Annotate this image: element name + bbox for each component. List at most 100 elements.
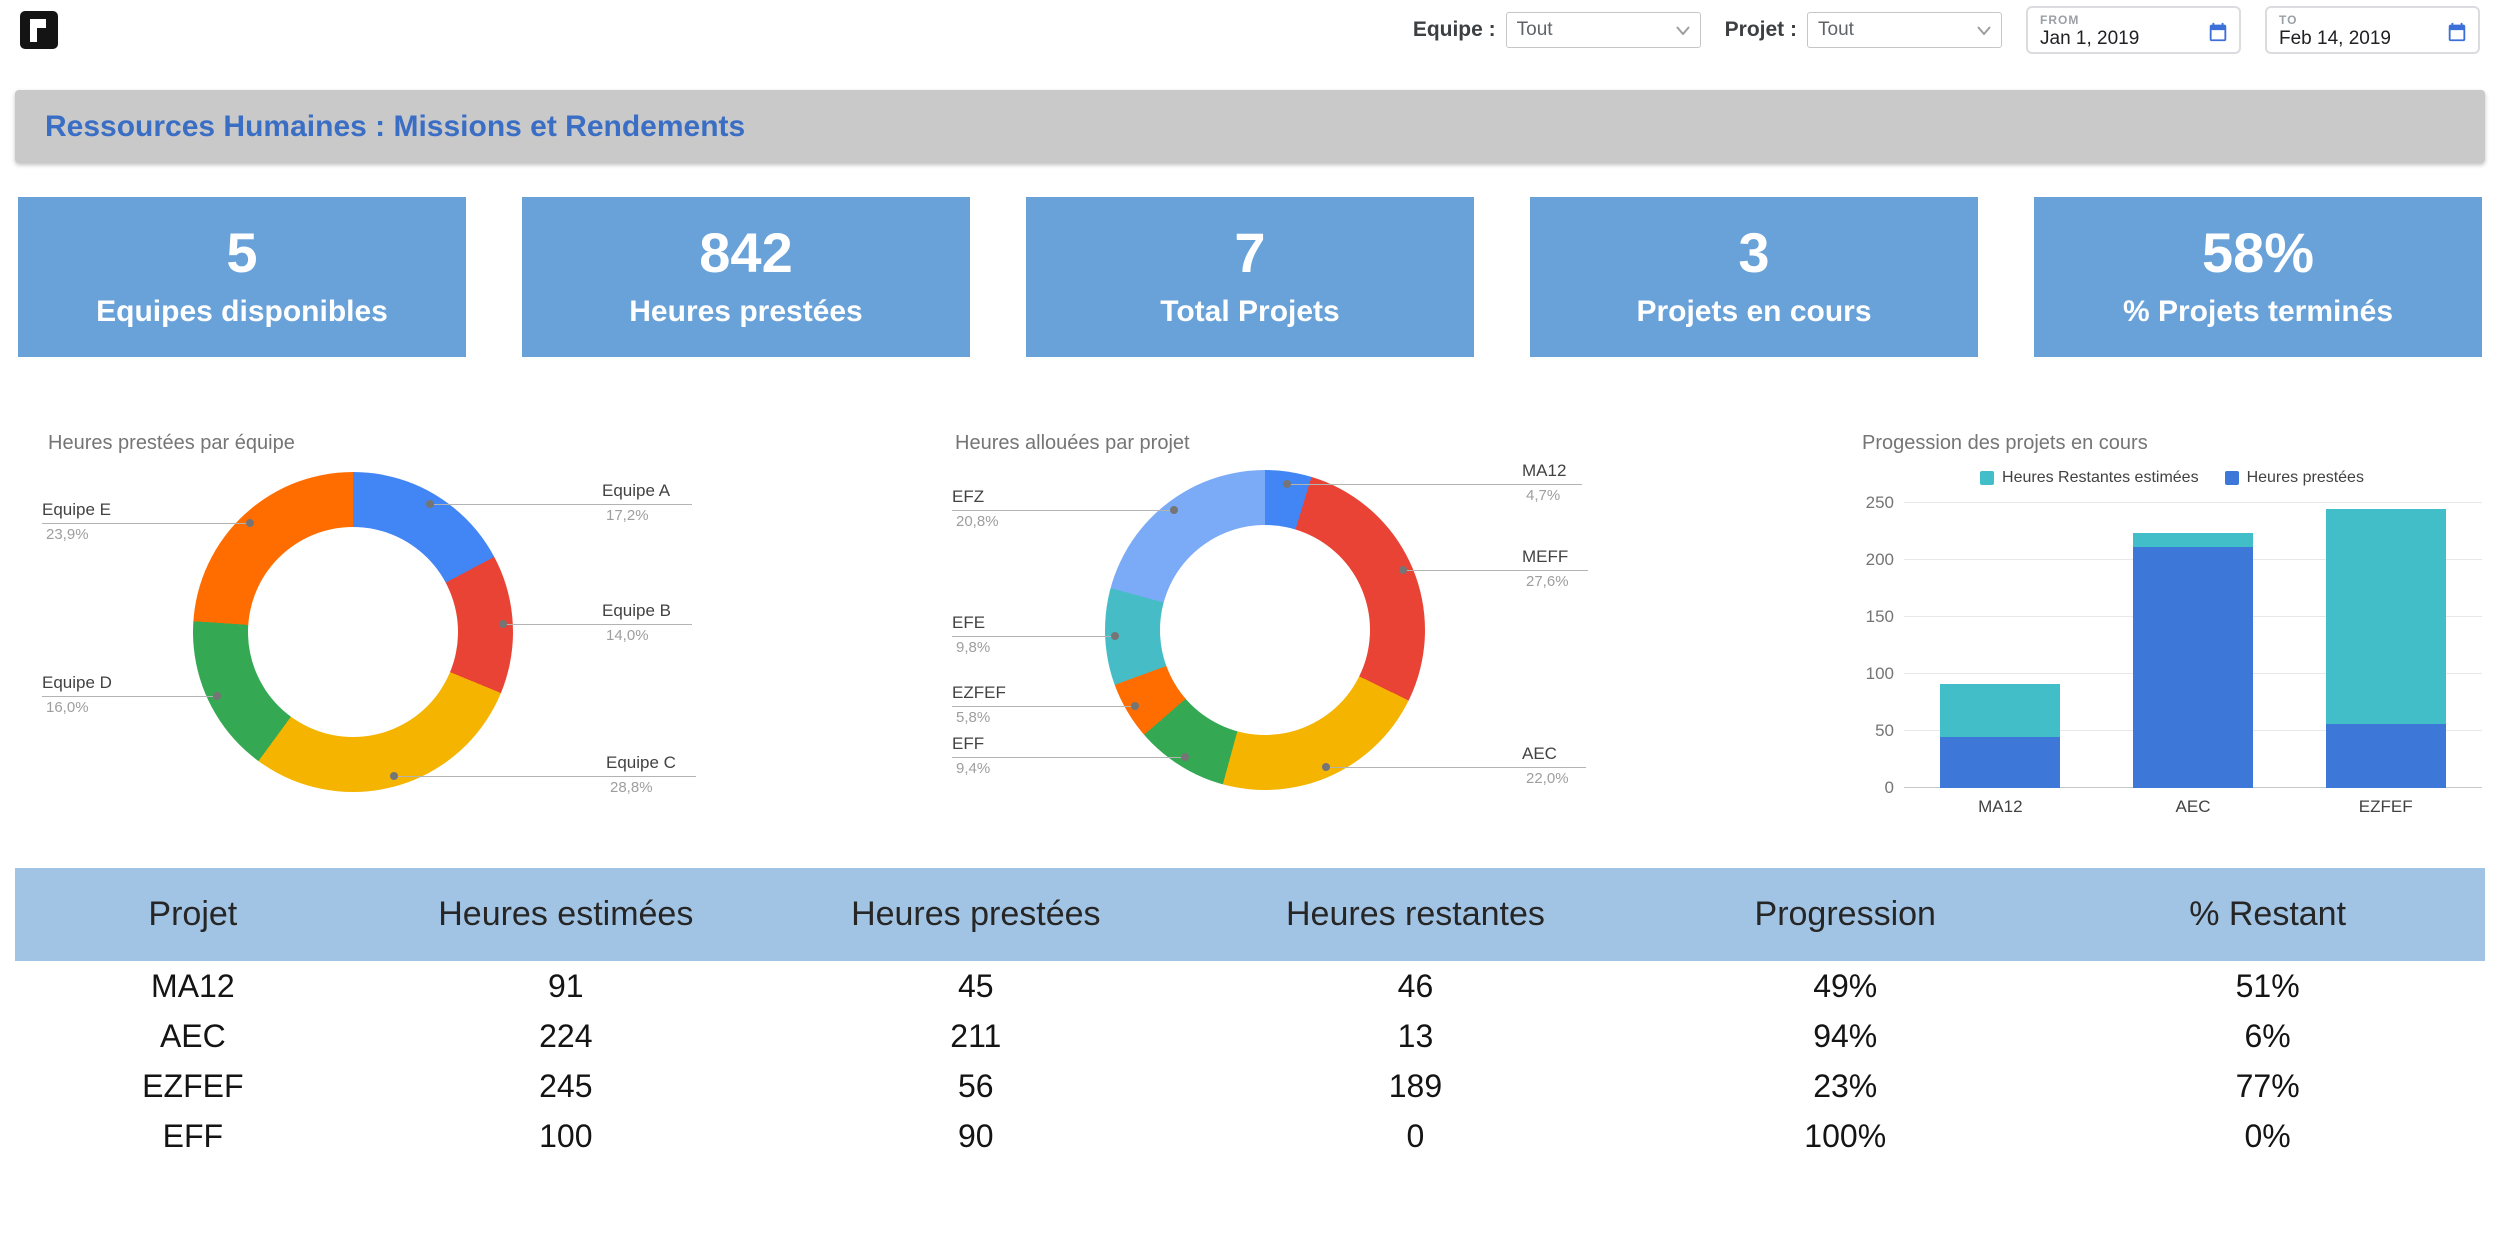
pie-label-eff: EFF 9,4%	[952, 734, 990, 777]
x-tick-label: MA12	[1904, 797, 2097, 817]
kpi-value: 5	[226, 225, 257, 281]
pie-label-percent: 4,7%	[1522, 487, 1566, 504]
projet-filter-select[interactable]: Tout	[1807, 12, 2002, 48]
legend-item-prestees: Heures prestées	[2225, 469, 2364, 487]
pie-label-efz: EFZ 20,8%	[952, 487, 999, 530]
table-cell: EFF	[15, 1111, 371, 1161]
table-cell: 94%	[1640, 1011, 2050, 1061]
table-header-row: Projet Heures estimées Heures prestées H…	[15, 868, 2485, 961]
pie-label-name: Equipe A	[602, 481, 670, 501]
callout-dot	[499, 620, 507, 628]
bar-chart-progression: Progession des projets en cours Heures R…	[1862, 432, 2482, 817]
kpi-heures-prestees: 842 Heures prestées	[522, 197, 970, 357]
date-to-value: Feb 14, 2019	[2279, 28, 2466, 50]
pie-label-name: EFF	[952, 734, 990, 754]
kpi-row: 5 Equipes disponibles 842 Heures prestée…	[18, 197, 2482, 357]
table-cell: 90	[761, 1111, 1191, 1161]
equipe-filter-group: Equipe : Tout	[1413, 12, 1701, 48]
table-cell: 189	[1191, 1061, 1641, 1111]
callout-dot	[426, 500, 434, 508]
bar-aec[interactable]	[2133, 533, 2253, 788]
bar-segment-prestees[interactable]	[2326, 724, 2446, 788]
pie-label-name: MEFF	[1522, 547, 1569, 567]
kpi-label: Total Projets	[1160, 295, 1339, 329]
y-tick-label: 250	[1866, 493, 1894, 513]
table-cell: 23%	[1640, 1061, 2050, 1111]
pie-label-name: EFE	[952, 613, 990, 633]
calendar-icon	[2207, 21, 2229, 43]
table-row: EFF100900100%0%	[15, 1111, 2485, 1161]
bar-segment-restantes[interactable]	[2133, 533, 2253, 548]
bar-segment-restantes[interactable]	[2326, 509, 2446, 724]
legend-item-restantes: Heures Restantes estimées	[1980, 469, 2199, 487]
bar-ma12[interactable]	[1940, 684, 2060, 788]
table-cell: MA12	[15, 961, 371, 1011]
bar-chart-legend: Heures Restantes estimées Heures prestée…	[1862, 469, 2482, 487]
pie-chart-heures-par-equipe[interactable]	[193, 472, 513, 792]
page-title: Ressources Humaines : Missions et Rendem…	[45, 110, 745, 144]
pie-label-percent: 9,8%	[952, 639, 990, 656]
kpi-equipes-disponibles: 5 Equipes disponibles	[18, 197, 466, 357]
pie-label-percent: 23,9%	[42, 526, 111, 543]
bar-x-labels: MA12 AEC EZFEF	[1904, 797, 2482, 817]
table-cell: EZFEF	[15, 1061, 371, 1111]
table-cell: 56	[761, 1061, 1191, 1111]
x-tick-label: EZFEF	[2289, 797, 2482, 817]
legend-swatch-blue	[2225, 471, 2239, 485]
table-cell: 45	[761, 961, 1191, 1011]
callout-dot	[390, 772, 398, 780]
table-cell: 0%	[2050, 1111, 2485, 1161]
bars	[1904, 503, 2482, 788]
col-header-heures-estimees: Heures estimées	[371, 868, 761, 961]
table-cell: AEC	[15, 1011, 371, 1061]
date-to-picker[interactable]: TO Feb 14, 2019	[2265, 6, 2480, 54]
pie-label-name: Equipe C	[606, 753, 676, 773]
pie-label-equipe-a: Equipe A 17,2%	[602, 481, 670, 524]
pie-label-equipe-d: Equipe D 16,0%	[42, 673, 112, 716]
pie-label-meff: MEFF 27,6%	[1522, 547, 1569, 590]
chevron-down-icon	[1977, 26, 1991, 35]
pie-label-percent: 28,8%	[606, 779, 676, 796]
pie-label-percent: 20,8%	[952, 513, 999, 530]
filter-controls: Equipe : Tout Projet : Tout FROM Jan 1, …	[1413, 6, 2480, 54]
pie-label-name: AEC	[1522, 744, 1569, 764]
callout-dot	[1170, 506, 1178, 514]
col-header-progression: Progression	[1640, 868, 2050, 961]
date-to-label: TO	[2279, 13, 2466, 27]
page-title-banner: Ressources Humaines : Missions et Rendem…	[15, 90, 2485, 163]
y-tick-label: 200	[1866, 550, 1894, 570]
table-cell: 46	[1191, 961, 1641, 1011]
pie-label-ezfef: EZFEF 5,8%	[952, 683, 1006, 726]
pie-chart-heures-par-projet[interactable]	[1105, 470, 1425, 790]
callout-dot	[1111, 632, 1119, 640]
bar-plot	[1904, 503, 2482, 788]
chevron-down-icon	[1676, 26, 1690, 35]
projects-table: Projet Heures estimées Heures prestées H…	[15, 868, 2485, 1161]
bar-ezfef[interactable]	[2326, 509, 2446, 788]
pie-label-percent: 16,0%	[42, 699, 112, 716]
legend-label: Heures Restantes estimées	[2002, 469, 2199, 487]
charts-section: Heures prestées par équipe Equipe A 17,2…	[0, 420, 2500, 855]
bar-segment-prestees[interactable]	[1940, 737, 2060, 788]
equipe-filter-select[interactable]: Tout	[1506, 12, 1701, 48]
date-from-picker[interactable]: FROM Jan 1, 2019	[2026, 6, 2241, 54]
callout-dot	[1399, 566, 1407, 574]
pie-label-percent: 5,8%	[952, 709, 1006, 726]
pie-heures-equipe-title: Heures prestées par équipe	[48, 432, 295, 455]
projet-filter-label: Projet :	[1725, 18, 1797, 42]
col-header-projet: Projet	[15, 868, 371, 961]
pie-label-name: Equipe B	[602, 601, 671, 621]
table-row: AEC2242111394%6%	[15, 1011, 2485, 1061]
col-header-restant: % Restant	[2050, 868, 2485, 961]
kpi-value: 3	[1738, 225, 1769, 281]
table-cell: 77%	[2050, 1061, 2485, 1111]
bar-segment-restantes[interactable]	[1940, 684, 2060, 736]
kpi-value: 842	[699, 225, 792, 281]
pie-label-percent: 22,0%	[1522, 770, 1569, 787]
kpi-projets-termines: 58% % Projets terminés	[2034, 197, 2482, 357]
pie-label-name: Equipe E	[42, 500, 111, 520]
pie-heures-projet-title: Heures allouées par projet	[955, 432, 1190, 455]
callout-dot	[1322, 763, 1330, 771]
date-from-value: Jan 1, 2019	[2040, 28, 2227, 50]
bar-segment-prestees[interactable]	[2133, 547, 2253, 788]
